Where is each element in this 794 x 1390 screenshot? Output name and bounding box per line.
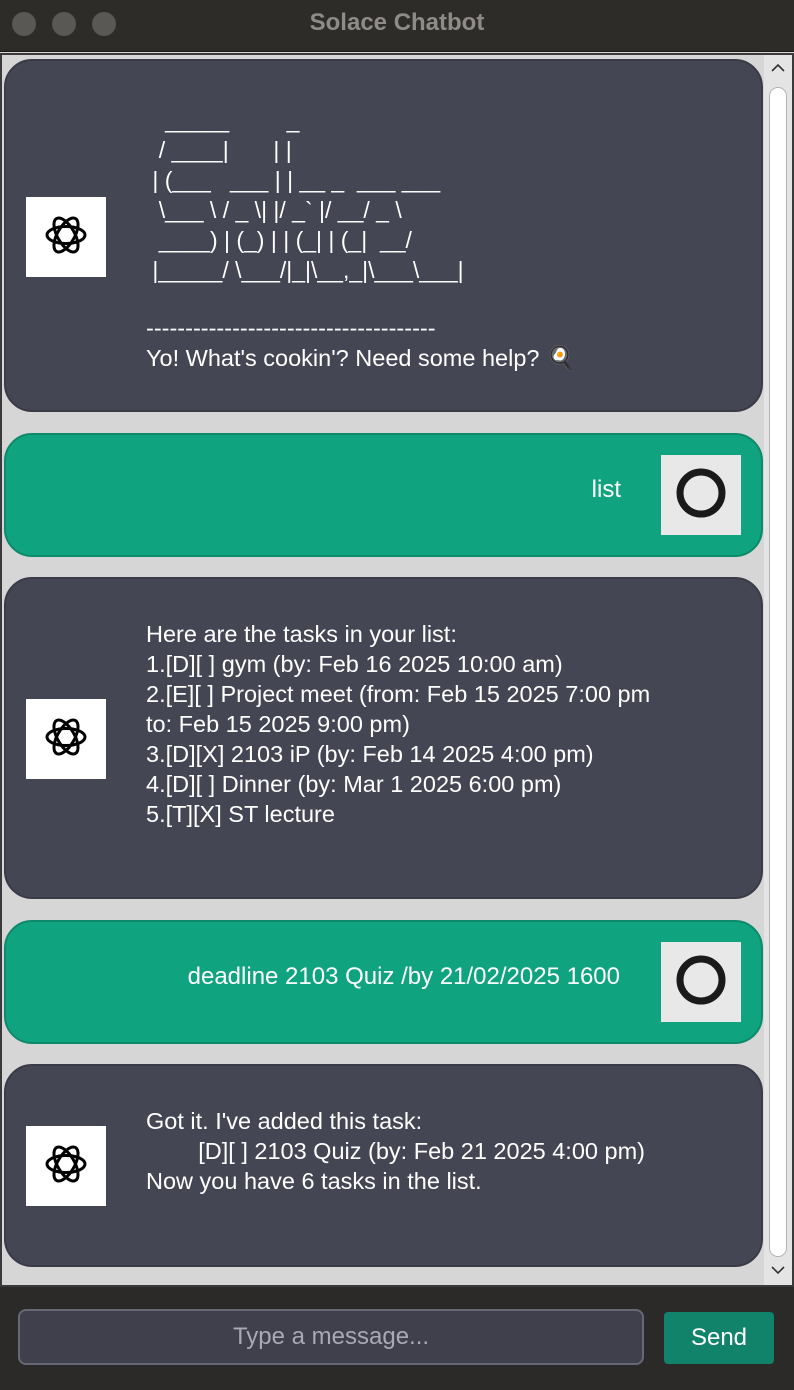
send-button[interactable]: Send xyxy=(664,1312,774,1364)
bot-message-text: Here are the tasks in your list: 1.[D][ … xyxy=(146,621,651,827)
ascii-art-logo: _____ _ / ____| | | | (___ ___ | | __ _ … xyxy=(152,107,464,283)
bot-message-text: Got it. I've added this task: [D][ ] 210… xyxy=(146,1108,645,1194)
bot-message-bubble: _____ _ / ____| | | | (___ ___ | | __ _ … xyxy=(4,59,763,412)
vertical-scrollbar[interactable] xyxy=(764,55,792,1285)
scrollbar-thumb[interactable] xyxy=(769,87,787,1257)
user-message-bubble: deadline 2103 Quiz /by 21/02/2025 1600 xyxy=(4,920,763,1044)
bot-avatar xyxy=(26,1126,106,1206)
bot-message-text: ------------------------------------- Yo… xyxy=(146,315,576,371)
chat-scroll-pane[interactable]: _____ _ / ____| | | | (___ ___ | | __ _ … xyxy=(0,53,794,1287)
ring-icon xyxy=(673,465,729,526)
user-avatar xyxy=(661,942,741,1022)
app-window: Solace Chatbot _____ _ / ____| | | | (__… xyxy=(0,0,794,1390)
user-avatar xyxy=(661,455,741,535)
openai-logo-icon xyxy=(41,210,91,265)
bot-avatar xyxy=(26,197,106,277)
chevron-up-icon[interactable] xyxy=(769,59,787,77)
title-bar: Solace Chatbot xyxy=(0,0,794,52)
input-bar: Send xyxy=(0,1287,794,1390)
bot-message-bubble: Here are the tasks in your list: 1.[D][ … xyxy=(4,577,763,899)
bot-message-bubble: Got it. I've added this task: [D][ ] 210… xyxy=(4,1064,763,1267)
openai-logo-icon xyxy=(41,712,91,767)
ring-icon xyxy=(673,952,729,1013)
openai-logo-icon xyxy=(41,1139,91,1194)
bot-avatar xyxy=(26,699,106,779)
chevron-down-icon[interactable] xyxy=(769,1261,787,1279)
user-message-text: list xyxy=(591,476,621,503)
user-message-text: deadline 2103 Quiz /by 21/02/2025 1600 xyxy=(187,963,620,990)
window-title: Solace Chatbot xyxy=(309,9,485,36)
user-message-bubble: list xyxy=(4,433,763,557)
message-input[interactable] xyxy=(18,1309,644,1365)
